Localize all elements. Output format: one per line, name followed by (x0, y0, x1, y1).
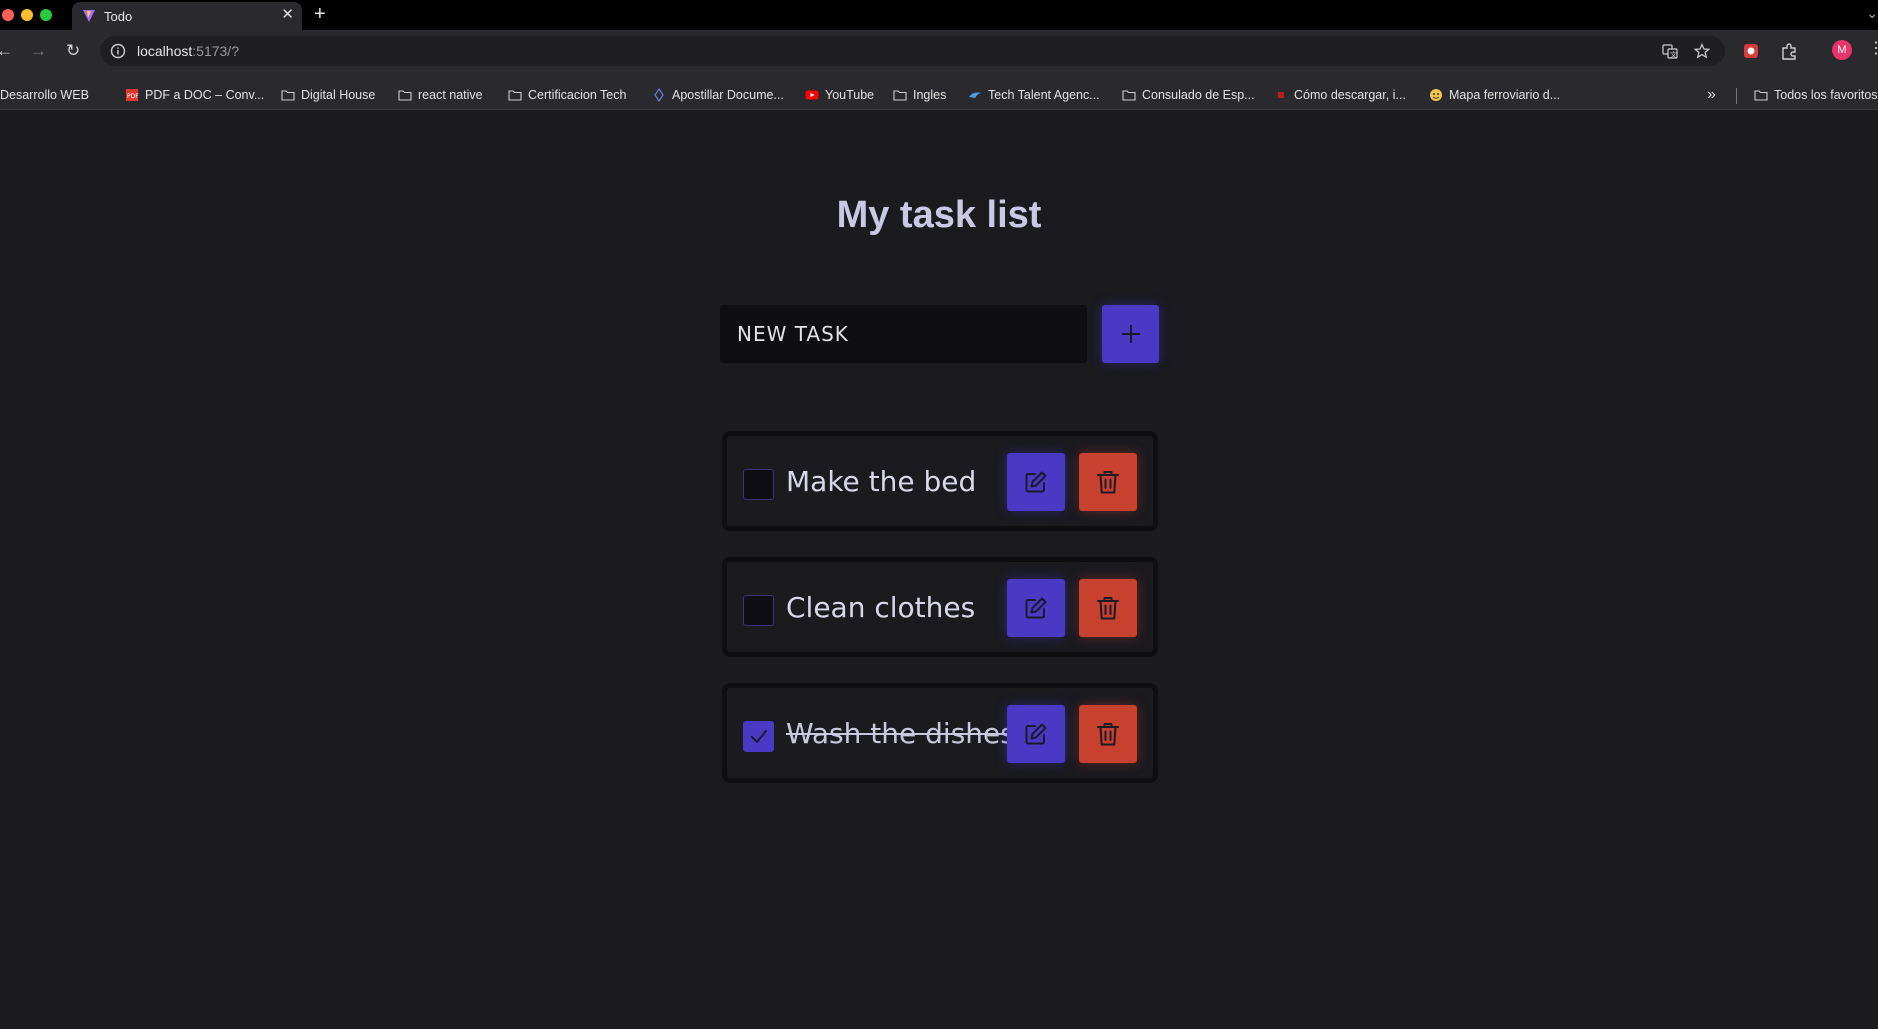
bookmark-item[interactable]: Apostillar Docume... (652, 88, 784, 102)
bookmark-item[interactable]: Certificacion Tech (508, 88, 626, 102)
task-label: Make the bed (786, 465, 977, 498)
bookmark-item[interactable]: PDF PDF a DOC – Conv... (125, 88, 264, 102)
bookmark-label: Consulado de Esp... (1142, 88, 1255, 102)
address-bar[interactable]: localhost:5173/? 文 (100, 36, 1725, 66)
bookmark-item[interactable]: react native (398, 88, 483, 102)
task-label: Wash the dishes (786, 717, 1015, 750)
edit-icon (1025, 471, 1047, 493)
minimize-window-button[interactable] (21, 9, 33, 21)
folder-icon (281, 90, 295, 101)
maximize-window-button[interactable] (40, 9, 52, 21)
bookmark-label: Desarrollo WEB (0, 88, 89, 102)
browser-toolbar: ← → ↻ localhost:5173/? 文 M ⋮ (0, 30, 1878, 88)
bookmark-item[interactable]: Consulado de Esp... (1122, 88, 1255, 102)
task-checkbox[interactable] (743, 721, 774, 752)
bookmark-item[interactable]: YouTube (805, 88, 874, 102)
close-window-button[interactable] (2, 9, 14, 21)
add-task-button[interactable] (1102, 305, 1159, 363)
folder-icon (1122, 90, 1136, 101)
delete-task-button[interactable] (1079, 705, 1137, 763)
bookmark-label: Mapa ferroviario d... (1449, 88, 1561, 102)
bookmark-item[interactable]: Desarrollo WEB (0, 88, 89, 102)
all-bookmarks-folder[interactable]: Todos los favoritos (1754, 88, 1878, 102)
pdf-icon: PDF (126, 89, 139, 101)
bookmark-item[interactable]: Tech Talent Agenc... (968, 88, 1100, 102)
bookmark-item[interactable]: Mapa ferroviario d... (1429, 88, 1560, 102)
site-icon (1278, 92, 1284, 98)
task-item: Clean clothes (722, 557, 1158, 657)
bookmarks-divider (1736, 88, 1737, 104)
svg-text:文: 文 (1670, 50, 1677, 59)
ethereum-icon (654, 88, 664, 102)
browser-menu-icon[interactable]: ⋮ (1868, 38, 1878, 58)
trash-icon (1097, 597, 1119, 620)
edit-task-button[interactable] (1007, 579, 1065, 637)
svg-text:PDF: PDF (127, 93, 139, 100)
bird-icon (969, 92, 981, 98)
extension-red-icon[interactable] (1742, 42, 1760, 60)
checkmark-icon (751, 730, 767, 743)
todo-app: My task list Make the bed (0, 116, 1878, 1029)
bookmark-item[interactable]: Cómo descargar, i... (1274, 88, 1406, 102)
bookmark-label: Cómo descargar, i... (1294, 88, 1406, 102)
emoji-site-icon (1430, 89, 1442, 101)
bookmark-star-icon[interactable] (1694, 43, 1710, 59)
profile-avatar[interactable]: M (1832, 40, 1852, 60)
more-bookmarks-chevron-icon[interactable]: » (1707, 86, 1716, 104)
bookmark-item[interactable]: Ingles (893, 88, 946, 102)
forward-button[interactable]: → (30, 41, 47, 61)
browser-tab[interactable]: Todo ✕ (72, 2, 302, 30)
bookmark-label: YouTube (825, 88, 875, 102)
tab-strip: Todo ✕ + ⌄ (0, 0, 1878, 30)
edit-icon (1025, 597, 1047, 619)
plus-icon (1121, 325, 1140, 343)
tab-search-icon[interactable]: ⌄ (1866, 5, 1878, 22)
translate-icon[interactable]: 文 (1662, 43, 1678, 59)
back-button[interactable]: ← (0, 41, 13, 61)
bookmark-label: react native (418, 88, 483, 102)
trash-icon (1097, 471, 1119, 494)
bookmark-label: Digital House (301, 88, 376, 102)
url-text[interactable]: localhost:5173/? (137, 43, 239, 59)
vite-favicon-icon (83, 10, 95, 22)
delete-task-button[interactable] (1079, 579, 1137, 637)
site-info-icon[interactable] (110, 43, 126, 59)
folder-icon (398, 90, 412, 101)
tab-close-icon[interactable]: ✕ (281, 6, 294, 24)
task-checkbox[interactable] (743, 469, 774, 500)
folder-icon (508, 90, 522, 101)
bookmark-label: Ingles (913, 88, 947, 102)
url-host: localhost (137, 43, 193, 59)
url-path: :5173/? (192, 43, 239, 59)
task-label: Clean clothes (786, 591, 976, 624)
tab-title: Todo (104, 9, 133, 24)
task-checkbox[interactable] (743, 595, 774, 626)
edit-task-button[interactable] (1007, 453, 1065, 511)
youtube-icon (805, 90, 819, 100)
bookmark-label: Tech Talent Agenc... (988, 88, 1100, 102)
bookmark-label: Apostillar Docume... (672, 88, 784, 102)
new-task-input[interactable] (720, 305, 1087, 363)
bookmark-label: Certificacion Tech (528, 88, 627, 102)
bookmark-label: Todos los favoritos (1774, 88, 1878, 102)
folder-icon (1754, 90, 1768, 101)
trash-icon (1097, 723, 1119, 746)
bookmark-item[interactable]: Digital House (281, 88, 375, 102)
bookmark-label: PDF a DOC – Conv... (145, 88, 265, 102)
edit-task-button[interactable] (1007, 705, 1065, 763)
reload-button[interactable]: ↻ (66, 41, 80, 61)
task-item: Wash the dishes (722, 683, 1158, 783)
delete-task-button[interactable] (1079, 453, 1137, 511)
new-tab-button[interactable]: + (314, 3, 326, 25)
folder-icon (893, 90, 907, 101)
edit-icon (1025, 723, 1047, 745)
bookmarks-bar: Desarrollo WEB PDF PDF a DOC – Conv... D… (0, 82, 1878, 110)
extensions-puzzle-icon[interactable] (1780, 42, 1798, 60)
task-item: Make the bed (722, 431, 1158, 531)
page-title: My task list (836, 194, 1042, 236)
